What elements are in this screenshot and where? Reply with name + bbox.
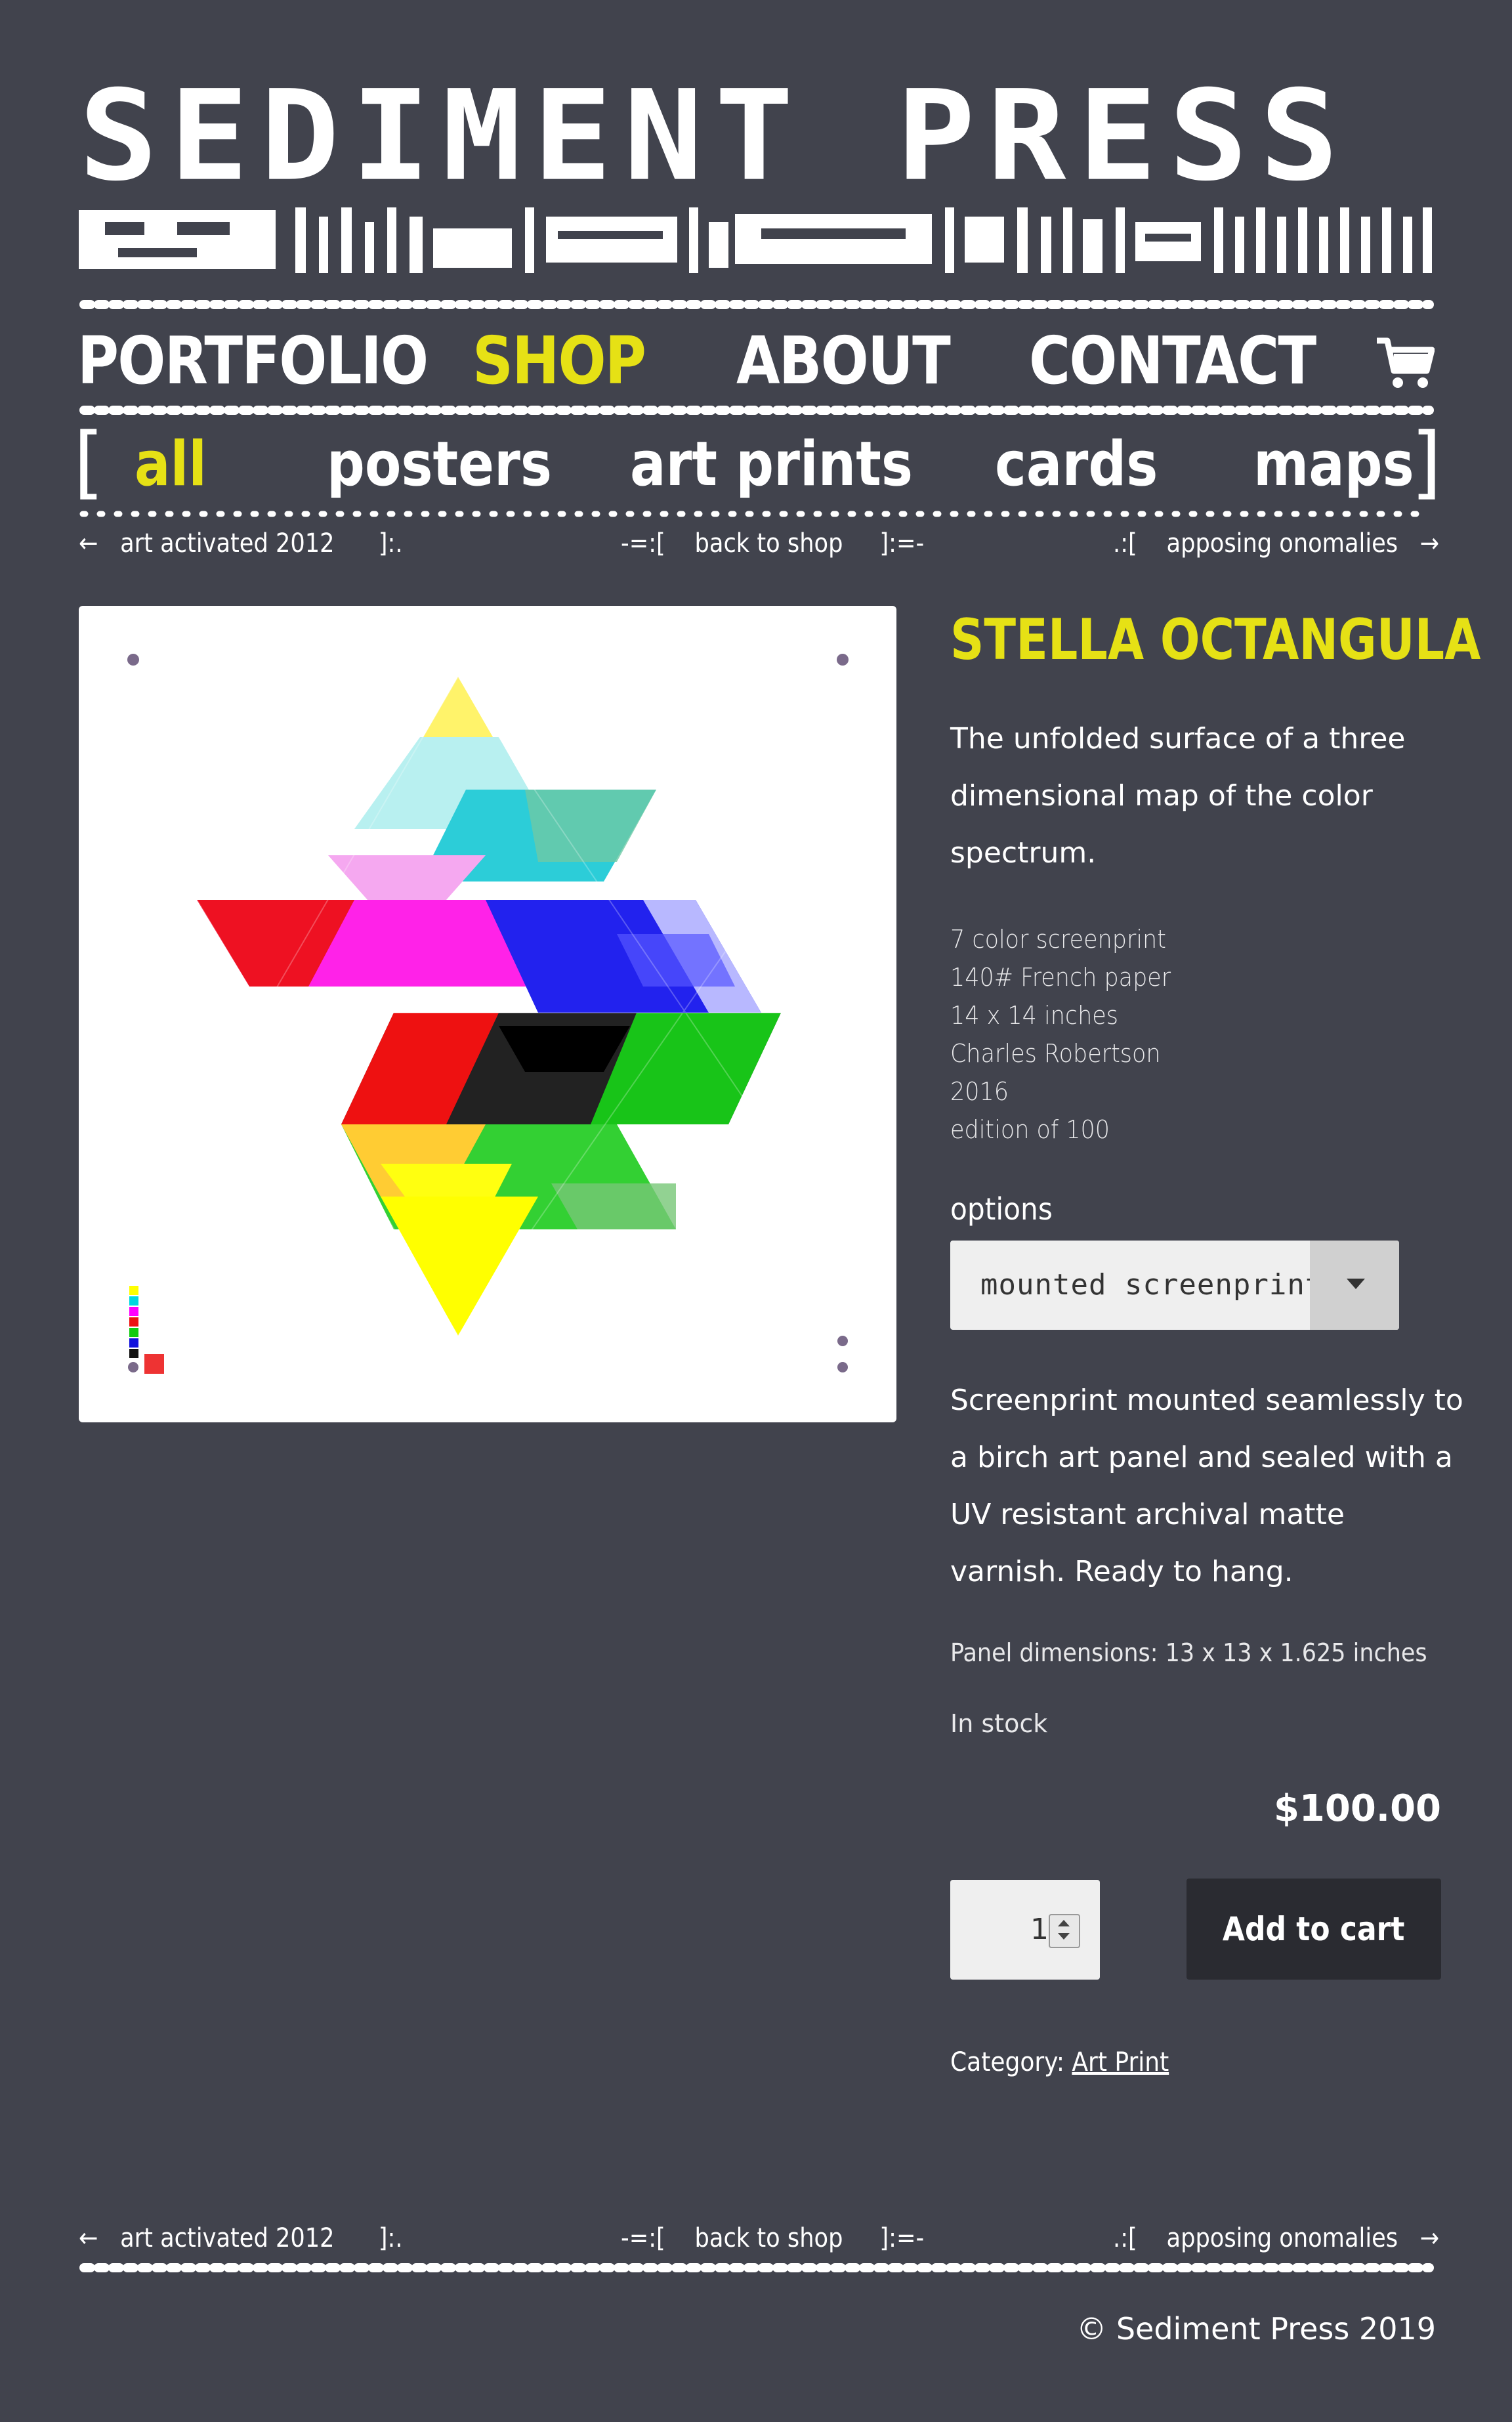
spec-item: 7 color screenprint: [950, 925, 1166, 954]
options-select[interactable]: mounted screenprint: [950, 1241, 1399, 1330]
subnav-divider: [79, 511, 1434, 517]
nav-shop[interactable]: SHOP: [472, 315, 646, 407]
product-image[interactable]: [79, 606, 896, 1422]
subnav-close-bracket: ]: [1411, 417, 1442, 508]
footer-divider: [79, 2263, 1434, 2272]
category-label: Category:: [950, 2047, 1064, 2077]
post-nav-next-bottom[interactable]: .:[ apposing onomalies →: [1113, 2219, 1439, 2258]
prev-product-link[interactable]: art activated 2012: [120, 528, 335, 559]
shopping-cart-icon[interactable]: [1374, 331, 1435, 392]
next-prefix: .:[: [1113, 528, 1137, 559]
post-nav-next[interactable]: .:[ apposing onomalies →: [1113, 524, 1439, 563]
next-product-link[interactable]: apposing onomalies: [1167, 528, 1398, 559]
product-description: The unfolded surface of a three dimensio…: [950, 722, 1406, 870]
back-suffix: ]:=-: [879, 2223, 925, 2253]
next-product-link[interactable]: apposing onomalies: [1167, 2223, 1398, 2253]
post-nav-back-bottom[interactable]: -=:[ back to shop ]:=-: [621, 2219, 924, 2258]
post-nav-prev[interactable]: ← art activated 2012 ]:.: [79, 524, 403, 563]
quantity-spinner[interactable]: [1049, 1914, 1080, 1948]
product-category: Category: Art Print: [950, 2043, 1169, 2082]
copyright: © Sediment Press 2019: [1076, 2311, 1436, 2347]
back-prefix: -=:[: [621, 2223, 665, 2253]
logo-divider: [79, 300, 1434, 309]
post-nav-back[interactable]: -=:[ back to shop ]:=-: [621, 524, 924, 563]
options-label: options: [950, 1191, 1053, 1227]
spec-item: Charles Robertson: [950, 1039, 1161, 1068]
stella-octangula-artwork: [127, 654, 849, 1374]
spin-up-icon[interactable]: [1058, 1920, 1070, 1926]
nav-portfolio[interactable]: PORTFOLIO: [77, 315, 429, 407]
spin-down-icon[interactable]: [1058, 1933, 1070, 1940]
next-prefix: .:[: [1113, 2223, 1137, 2253]
arrow-right-icon: →: [1419, 528, 1440, 559]
spec-item: 140# French paper: [950, 963, 1171, 992]
prev-product-link[interactable]: art activated 2012: [120, 2223, 335, 2253]
back-to-shop-link[interactable]: back to shop: [695, 528, 843, 559]
back-suffix: ]:=-: [879, 528, 925, 559]
subnav-cards[interactable]: cards: [995, 425, 1158, 504]
stock-status: In stock: [950, 1709, 1048, 1738]
quantity-value[interactable]: 1: [950, 1880, 1049, 1980]
logo-text: SEDIMENT PRESS: [79, 80, 1351, 193]
spec-item: 2016: [950, 1077, 1009, 1106]
select-toggle[interactable]: [1310, 1241, 1399, 1330]
product-specs: 7 color screenprint 140# French paper 14…: [950, 920, 1449, 1149]
add-to-cart-button[interactable]: Add to cart: [1186, 1879, 1441, 1980]
product-price: $100.00: [1273, 1787, 1441, 1830]
prev-suffix: ]:.: [378, 528, 403, 559]
site-logo[interactable]: SEDIMENT PRESS: [79, 77, 1435, 287]
nav-about[interactable]: ABOUT: [736, 315, 951, 407]
spec-item: 14 x 14 inches: [950, 1001, 1118, 1030]
chevron-down-icon: [1347, 1279, 1365, 1289]
category-link[interactable]: Art Print: [1072, 2047, 1169, 2077]
panel-dimensions: Panel dimensions: 13 x 13 x 1.625 inches: [950, 1638, 1427, 1667]
back-to-shop-link[interactable]: back to shop: [695, 2223, 843, 2253]
product-title: STELLA OCTANGULA: [950, 607, 1481, 673]
prev-suffix: ]:.: [378, 2223, 403, 2253]
subnav-open-bracket: [: [74, 417, 104, 508]
quantity-stepper[interactable]: 1: [950, 1880, 1100, 1980]
subnav-posters[interactable]: posters: [327, 425, 552, 504]
nav-divider: [79, 406, 1434, 415]
add-to-cart-label: Add to cart: [1223, 1910, 1405, 1948]
arrow-left-icon: ←: [79, 2223, 98, 2253]
subnav-maps[interactable]: maps: [1253, 425, 1414, 504]
post-nav-prev-bottom[interactable]: ← art activated 2012 ]:.: [79, 2219, 403, 2258]
options-select-value: mounted screenprint: [980, 1268, 1324, 1302]
arrow-right-icon: →: [1419, 2223, 1440, 2253]
arrow-left-icon: ←: [79, 528, 98, 559]
subnav-all[interactable]: all: [135, 425, 207, 504]
spec-item: edition of 100: [950, 1115, 1110, 1144]
subnav-art-prints[interactable]: art prints: [630, 425, 913, 504]
logo-texture-graphic: [79, 207, 1432, 273]
back-prefix: -=:[: [621, 528, 665, 559]
nav-contact[interactable]: CONTACT: [1029, 315, 1316, 407]
variation-description: Screenprint mounted seamlessly to a birc…: [950, 1384, 1463, 1588]
